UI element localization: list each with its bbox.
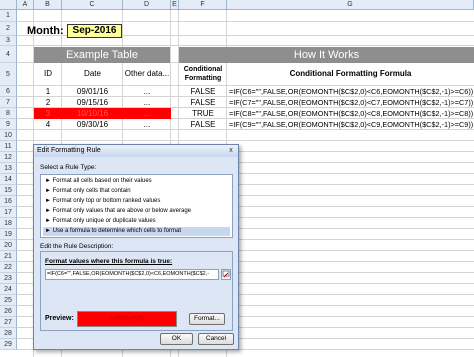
row-header-19[interactable]: 19 xyxy=(0,229,17,240)
row-header-8[interactable]: 8 xyxy=(0,108,17,119)
rule-type-item[interactable]: ► Format only top or bottom ranked value… xyxy=(43,197,230,206)
example-table-header-date: Date xyxy=(84,69,101,78)
column-header-g[interactable]: G xyxy=(227,0,474,10)
rule-description-panel: Format values where this formula is true… xyxy=(40,251,233,331)
rule-type-item[interactable]: ► Format all cells based on their values xyxy=(43,177,230,186)
edit-formatting-rule-dialog: Edit Formatting Rule x Select a Rule Typ… xyxy=(33,144,239,350)
edit-rule-description-label: Edit the Rule Description: xyxy=(40,243,114,250)
row-header-22[interactable]: 22 xyxy=(0,262,17,273)
range-select-icon xyxy=(222,270,230,278)
how-cf-result-cell[interactable]: FALSE xyxy=(179,119,227,130)
row-header-14[interactable]: 14 xyxy=(0,174,17,185)
row-header-17[interactable]: 17 xyxy=(0,207,17,218)
month-value-cell[interactable]: Sep-2016 xyxy=(67,24,122,38)
row-header-3[interactable]: 3 xyxy=(0,36,17,46)
row-header-18[interactable]: 18 xyxy=(0,218,17,229)
how-header-conditional-formatting: Conditional Formatting xyxy=(183,66,223,82)
select-all-corner[interactable] xyxy=(0,0,17,10)
row-header-4[interactable]: 4 xyxy=(0,46,17,63)
row-header-24[interactable]: 24 xyxy=(0,284,17,295)
rule-type-item[interactable]: ► Format only cells that contain xyxy=(43,187,230,196)
month-label: Month: xyxy=(27,25,64,37)
format-button[interactable]: Format... xyxy=(189,313,225,325)
format-preview: AaBbCcYyZz xyxy=(77,311,177,327)
row-header-6[interactable]: 6 xyxy=(0,86,17,97)
column-header-b[interactable]: B xyxy=(34,0,62,10)
example-table-cell[interactable]: 09/01/16 xyxy=(62,86,123,97)
row-header-27[interactable]: 27 xyxy=(0,317,17,328)
row-header-10[interactable]: 10 xyxy=(0,130,17,141)
how-formula-cell[interactable]: =IF(C9="",FALSE,OR(EOMONTH($C$2,0)<C9,EO… xyxy=(229,119,474,130)
example-table-cell[interactable]: 1 xyxy=(34,86,62,97)
row-header-15[interactable]: 15 xyxy=(0,185,17,196)
row-header-13[interactable]: 13 xyxy=(0,163,17,174)
row-header-25[interactable]: 25 xyxy=(0,295,17,306)
example-table-cell[interactable]: ... xyxy=(123,97,171,108)
example-table-header-id: ID xyxy=(44,69,52,78)
formula-label: Format values where this formula is true… xyxy=(45,258,173,265)
row-header-12[interactable]: 12 xyxy=(0,152,17,163)
column-header-a[interactable]: A xyxy=(17,0,34,10)
how-cf-result-cell[interactable]: FALSE xyxy=(179,86,227,97)
range-selector-button[interactable] xyxy=(221,269,231,280)
dialog-title-text: Edit Formatting Rule xyxy=(37,147,101,154)
row-header-1[interactable]: 1 xyxy=(0,10,17,22)
row-header-29[interactable]: 29 xyxy=(0,339,17,350)
rule-type-item[interactable]: ► Use a formula to determine which cells… xyxy=(43,227,230,236)
row-header-2[interactable]: 2 xyxy=(0,22,17,36)
rule-type-list: ► Format all cells based on their values… xyxy=(40,174,233,238)
example-table-cell[interactable]: 09/15/16 xyxy=(62,97,123,108)
example-table-header-other: Other data... xyxy=(124,69,170,78)
example-table-cell[interactable]: 2 xyxy=(34,97,62,108)
row-header-16[interactable]: 16 xyxy=(0,196,17,207)
select-rule-type-label: Select a Rule Type: xyxy=(40,164,97,171)
example-table-cell[interactable]: ... xyxy=(123,119,171,130)
how-formula-cell[interactable]: =IF(C7="",FALSE,OR(EOMONTH($C$2,0)<C7,EO… xyxy=(229,97,474,108)
row-header-11[interactable]: 11 xyxy=(0,141,17,152)
example-table-cell[interactable]: 10/10/16 xyxy=(62,108,123,119)
how-formula-cell[interactable]: =IF(C8="",FALSE,OR(EOMONTH($C$2,0)<C8,EO… xyxy=(229,108,474,119)
preview-label: Preview: xyxy=(45,315,74,322)
close-icon[interactable]: x xyxy=(226,146,236,155)
ok-button[interactable]: OK xyxy=(160,333,193,345)
rule-type-item[interactable]: ► Format only unique or duplicate values xyxy=(43,217,230,226)
example-table-cell[interactable]: 3 xyxy=(34,108,62,119)
row-header-26[interactable]: 26 xyxy=(0,306,17,317)
row-header-23[interactable]: 23 xyxy=(0,273,17,284)
row-header-7[interactable]: 7 xyxy=(0,97,17,108)
row-header-9[interactable]: 9 xyxy=(0,119,17,130)
column-header-d[interactable]: D xyxy=(123,0,171,10)
row-header-28[interactable]: 28 xyxy=(0,328,17,339)
formula-input[interactable]: =IF(C6="",FALSE,OR(EOMONTH($C$2,0)<C6,EO… xyxy=(45,269,219,280)
example-table-cell[interactable]: ... xyxy=(123,108,171,119)
example-table-cell[interactable]: 09/30/16 xyxy=(62,119,123,130)
how-cf-result-cell[interactable]: TRUE xyxy=(179,108,227,119)
example-table-cell[interactable]: 4 xyxy=(34,119,62,130)
row-header-20[interactable]: 20 xyxy=(0,240,17,251)
example-table-title: Example Table xyxy=(34,47,170,63)
row-header-21[interactable]: 21 xyxy=(0,251,17,262)
how-cf-result-cell[interactable]: FALSE xyxy=(179,97,227,108)
column-header-f[interactable]: F xyxy=(179,0,227,10)
column-header-e[interactable]: E xyxy=(171,0,179,10)
how-header-formula: Conditional Formatting Formula xyxy=(289,69,412,78)
how-it-works-title: How It Works xyxy=(179,47,474,63)
row-header-5[interactable]: 5 xyxy=(0,63,17,86)
rule-type-item[interactable]: ► Format only values that are above or b… xyxy=(43,207,230,216)
example-table-cell[interactable]: ... xyxy=(123,86,171,97)
cancel-button[interactable]: Cancel xyxy=(198,333,234,345)
column-header-c[interactable]: C xyxy=(62,0,123,10)
how-formula-cell[interactable]: =IF(C6="",FALSE,OR(EOMONTH($C$2,0)<C6,EO… xyxy=(229,86,474,97)
dialog-title: Edit Formatting Rule xyxy=(34,145,238,157)
